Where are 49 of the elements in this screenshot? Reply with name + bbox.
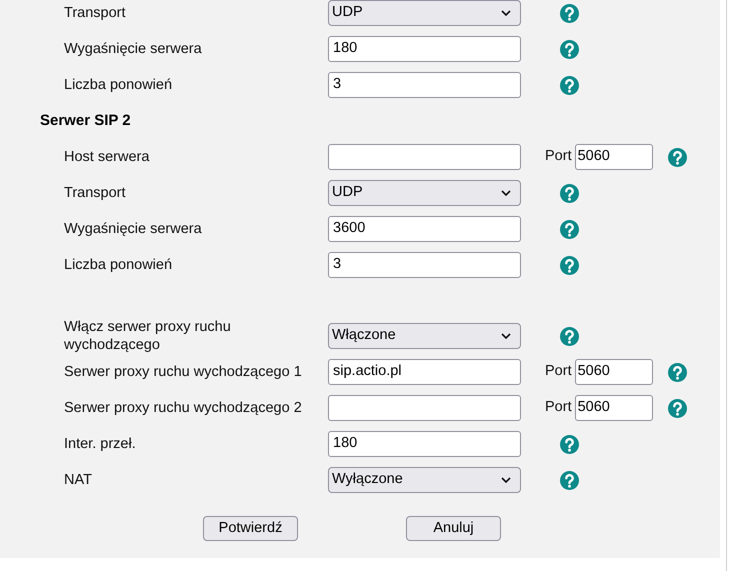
chevron-icon xyxy=(501,333,511,339)
input-field[interactable] xyxy=(328,144,521,170)
chevron-icon xyxy=(501,10,511,16)
dropdown[interactable]: Włączone xyxy=(328,323,521,349)
dropdown[interactable]: UDP xyxy=(328,180,521,206)
field-label: Inter. przeł. xyxy=(64,435,137,453)
section-heading: Serwer SIP 2 xyxy=(40,110,131,131)
input-field[interactable]: 3600 xyxy=(328,216,521,242)
input-field[interactable]: 3 xyxy=(328,252,521,278)
chevron-icon xyxy=(501,190,511,196)
help-icon[interactable] xyxy=(560,470,579,490)
help-icon[interactable] xyxy=(560,184,579,202)
field-label: Transport xyxy=(64,4,127,22)
port-label: Port xyxy=(545,362,572,382)
cancel-button[interactable]: Anuluj xyxy=(406,516,501,541)
help-icon[interactable] xyxy=(560,40,579,58)
port-field[interactable]: 5060 xyxy=(574,144,653,170)
chevron-icon xyxy=(501,477,511,483)
input-field[interactable]: sip.actio.pl xyxy=(328,359,521,385)
field-label: Włącz serwer proxy ruchu wychodzącego xyxy=(64,318,232,354)
help-icon[interactable] xyxy=(560,326,579,346)
field-label: Host serwera xyxy=(64,148,150,166)
port-field[interactable]: 5060 xyxy=(574,359,653,385)
input-field[interactable]: 3 xyxy=(328,72,521,98)
confirm-button[interactable]: Potwierdź xyxy=(203,516,298,541)
field-label: Transport xyxy=(64,184,127,202)
dropdown[interactable]: Wyłączone xyxy=(328,467,521,493)
help-icon[interactable] xyxy=(560,256,579,274)
field-label: Wygaśnięcie serwera xyxy=(64,40,203,58)
input-field[interactable]: 180 xyxy=(328,36,521,62)
input-field[interactable]: 180 xyxy=(328,431,521,457)
help-icon[interactable] xyxy=(668,148,687,166)
field-label: Liczba ponowień xyxy=(64,256,174,274)
help-icon[interactable] xyxy=(560,4,579,22)
dropdown[interactable]: UDP xyxy=(328,0,521,26)
port-label: Port xyxy=(545,398,572,418)
help-icon[interactable] xyxy=(668,398,687,418)
field-label: Serwer proxy ruchu wychodzącego 2 xyxy=(64,399,303,417)
input-field[interactable] xyxy=(328,395,521,421)
port-label: Port xyxy=(545,147,572,166)
help-icon[interactable] xyxy=(560,76,579,94)
field-label: NAT xyxy=(64,471,93,489)
help-icon[interactable] xyxy=(668,362,687,382)
field-label: Serwer proxy ruchu wychodzącego 1 xyxy=(64,363,303,381)
help-icon[interactable] xyxy=(560,434,579,454)
field-label: Wygaśnięcie serwera xyxy=(64,220,203,238)
field-label: Liczba ponowień xyxy=(64,76,174,94)
help-icon[interactable] xyxy=(560,220,579,238)
port-field[interactable]: 5060 xyxy=(574,395,653,421)
